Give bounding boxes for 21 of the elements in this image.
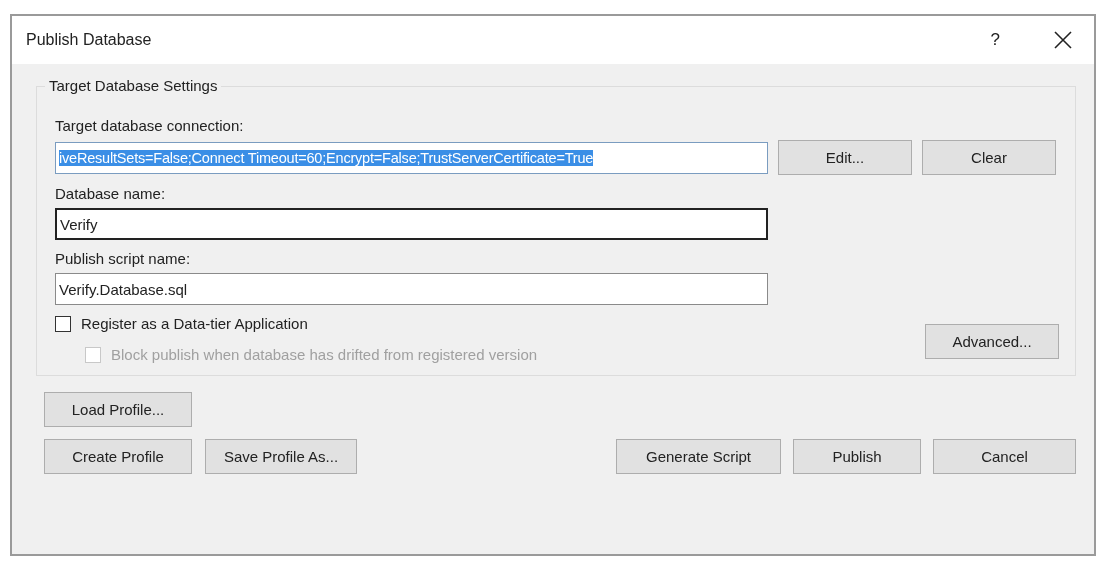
field-label: Database name: xyxy=(55,185,167,202)
profile-button[interactable]: Load Profile... xyxy=(44,392,192,427)
field-label: Target database connection: xyxy=(55,117,245,134)
window-title: Publish Database xyxy=(26,31,153,49)
connection-button[interactable]: Edit... xyxy=(778,140,912,175)
close-icon xyxy=(1054,31,1072,49)
text-field[interactable]: Verify xyxy=(55,208,768,240)
checkbox[interactable] xyxy=(55,315,71,332)
connection-button[interactable]: Clear xyxy=(922,140,1056,175)
profile-button[interactable]: Save Profile As... xyxy=(205,439,357,474)
profile-button[interactable]: Create Profile xyxy=(44,439,192,474)
help-button[interactable]: ? xyxy=(982,26,1008,54)
text-field[interactable]: Verify.Database.sql xyxy=(55,273,768,305)
checkbox-label: Block publish when database has drifted from registered version xyxy=(111,346,538,363)
advanced-button[interactable]: Advanced... xyxy=(925,324,1059,359)
checkbox-label: Register as a Data-tier Application xyxy=(81,315,308,332)
field-label: Publish script name: xyxy=(55,250,192,267)
action-button[interactable]: Cancel xyxy=(933,439,1076,474)
action-button[interactable]: Publish xyxy=(793,439,921,474)
action-button[interactable]: Generate Script xyxy=(616,439,781,474)
group-title: Target Database Settings xyxy=(45,77,222,94)
